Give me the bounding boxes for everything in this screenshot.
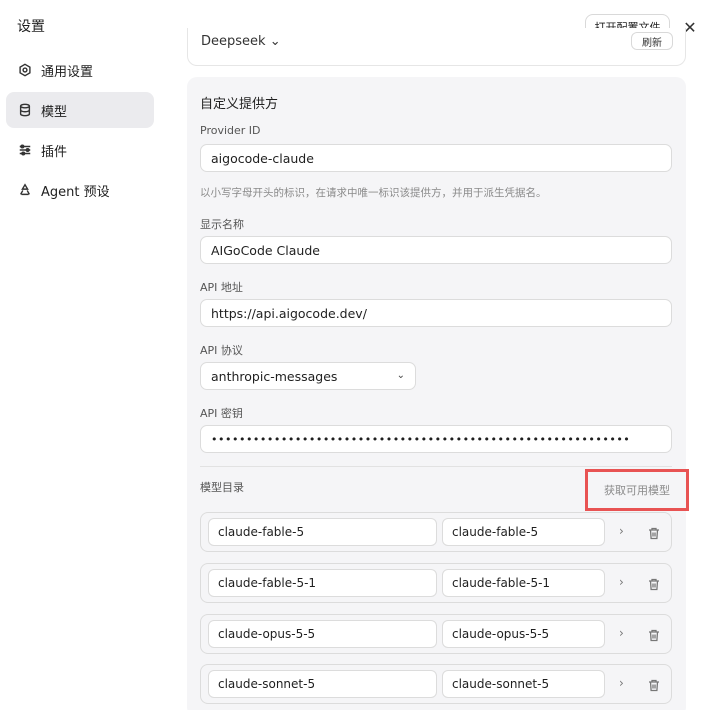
sliders-icon: [17, 142, 33, 158]
chevron-down-icon: ⌄: [396, 370, 405, 381]
divider: [200, 466, 672, 467]
model-row: claude-opus-5-5 claude-opus-5-5 ›: [200, 614, 672, 654]
sidebar-item-label: Agent 预设: [41, 184, 110, 200]
window-title: 设置: [17, 19, 45, 35]
model-catalog-label: 模型目录: [200, 481, 244, 494]
refresh-button[interactable]: 刷新: [631, 32, 673, 50]
sidebar-item-agent-presets[interactable]: Agent 预设: [6, 172, 154, 208]
recycle-icon: [17, 182, 33, 198]
model-row: claude-sonnet-5 claude-sonnet-5 ›: [200, 664, 672, 704]
model-name-input[interactable]: claude-fable-5: [442, 518, 605, 546]
trash-icon[interactable]: [648, 627, 661, 642]
api-protocol-select[interactable]: anthropic-messages ⌄: [200, 362, 416, 390]
trash-icon[interactable]: [648, 525, 661, 540]
sidebar: 通用设置 模型 插件 Agent 预设: [6, 52, 154, 212]
model-name-input[interactable]: claude-fable-5-1: [442, 569, 605, 597]
sidebar-item-label: 模型: [41, 104, 68, 120]
api-key-input[interactable]: ••••••••••••••••••••••••••••••••••••••••…: [200, 425, 672, 453]
display-name-label: 显示名称: [200, 218, 244, 231]
gear-icon: [17, 62, 33, 78]
fetch-models-button[interactable]: 获取可用模型: [585, 469, 689, 511]
sidebar-item-general[interactable]: 通用设置: [6, 52, 154, 88]
model-row: claude-fable-5-1 claude-fable-5-1 ›: [200, 563, 672, 603]
chevron-right-icon[interactable]: ›: [619, 676, 624, 690]
model-name-input[interactable]: claude-opus-5-5: [442, 620, 605, 648]
api-key-label: API 密钥: [200, 407, 243, 420]
custom-provider-panel: 自定义提供方 Provider ID aigocode-claude 以小写字母…: [187, 77, 689, 710]
sidebar-item-label: 插件: [41, 144, 68, 160]
provider-card-deepseek: Deepseek ⌄ 刷新: [187, 28, 686, 66]
provider-id-label: Provider ID: [200, 124, 261, 137]
chevron-right-icon[interactable]: ›: [619, 524, 624, 538]
model-id-input[interactable]: claude-fable-5-1: [208, 569, 437, 597]
api-protocol-label: API 协议: [200, 344, 243, 357]
provider-id-input[interactable]: aigocode-claude: [200, 144, 672, 172]
sidebar-item-label: 通用设置: [41, 64, 94, 80]
display-name-input[interactable]: AIGoCode Claude: [200, 236, 672, 264]
model-row: claude-fable-5 claude-fable-5 ›: [200, 512, 672, 552]
trash-icon[interactable]: [648, 677, 661, 692]
model-id-input[interactable]: claude-sonnet-5: [208, 670, 437, 698]
model-id-input[interactable]: claude-opus-5-5: [208, 620, 437, 648]
database-icon: [17, 102, 33, 118]
api-protocol-value: anthropic-messages: [211, 368, 338, 384]
chevron-right-icon[interactable]: ›: [619, 626, 624, 640]
api-url-input[interactable]: https://api.aigocode.dev/: [200, 299, 672, 327]
trash-icon[interactable]: [648, 576, 661, 591]
provider-name: Deepseek ⌄: [201, 34, 281, 49]
model-name-input[interactable]: claude-sonnet-5: [442, 670, 605, 698]
provider-id-hint: 以小写字母开头的标识，在请求中唯一标识该提供方，并用于派生凭据名。: [200, 187, 547, 199]
panel-title: 自定义提供方: [200, 97, 279, 112]
model-id-input[interactable]: claude-fable-5: [208, 518, 437, 546]
chevron-right-icon[interactable]: ›: [619, 575, 624, 589]
sidebar-item-models[interactable]: 模型: [6, 92, 154, 128]
api-url-label: API 地址: [200, 281, 243, 294]
sidebar-item-plugins[interactable]: 插件: [6, 132, 154, 168]
